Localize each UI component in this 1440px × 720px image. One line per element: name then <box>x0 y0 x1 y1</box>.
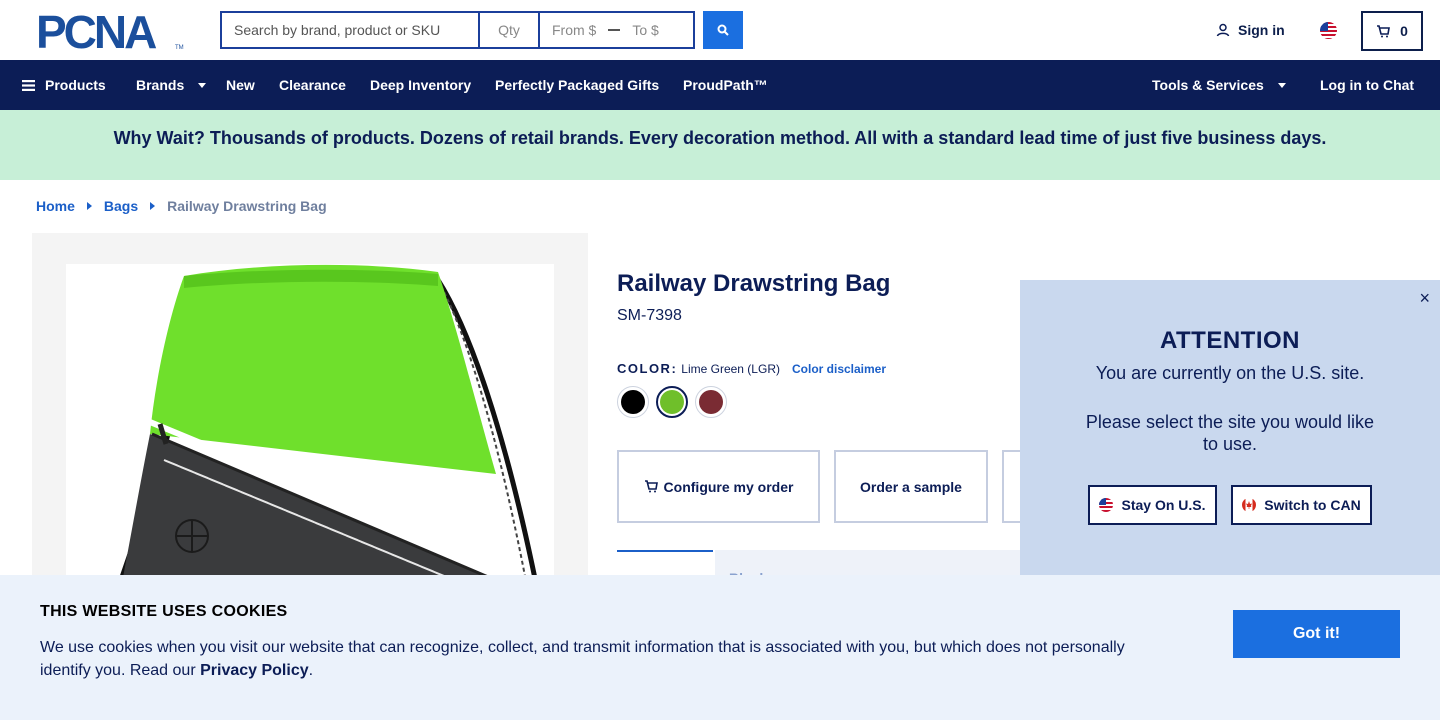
nav-products-label: Products <box>45 77 106 93</box>
product-sku: SM-7398 <box>617 307 682 324</box>
cookie-title: THIS WEBSITE USES COOKIES <box>40 603 288 620</box>
nav-tools-label: Tools & Services <box>1152 77 1264 93</box>
close-icon[interactable]: × <box>1419 288 1430 309</box>
cart-icon <box>1377 24 1391 37</box>
main-nav: Products Brands New Clearance Deep Inven… <box>0 60 1440 110</box>
color-label: COLOR: <box>617 361 678 376</box>
svg-text:PCNA: PCNA <box>36 11 156 51</box>
search-bar: Search by brand, product or SKU Qty From… <box>220 11 695 49</box>
nav-proudpath[interactable]: ProudPath™ <box>683 77 768 93</box>
sign-in-link[interactable]: Sign in <box>1216 22 1285 38</box>
switch-can-button[interactable]: Switch to CAN <box>1231 485 1372 525</box>
search-input[interactable]: Search by brand, product or SKU <box>220 11 478 49</box>
breadcrumb-current: Railway Drawstring Bag <box>167 198 327 214</box>
site-selection-popup: × ATTENTION You are currently on the U.S… <box>1020 280 1440 580</box>
breadcrumb-bags[interactable]: Bags <box>104 198 138 214</box>
swatch-dot <box>621 390 645 414</box>
chevron-down-icon <box>198 82 207 88</box>
stay-us-button[interactable]: Stay On U.S. <box>1088 485 1217 525</box>
cookie-period: . <box>308 662 314 679</box>
nav-deep-inventory[interactable]: Deep Inventory <box>370 77 471 93</box>
color-row: COLOR: Lime Green (LGR) Color disclaimer <box>617 361 886 376</box>
canada-flag-icon <box>1242 498 1257 512</box>
pcna-logo[interactable]: PCNA TM <box>36 6 186 58</box>
promo-banner: Why Wait? Thousands of products. Dozens … <box>0 110 1440 180</box>
cart-icon <box>644 480 658 493</box>
chat-login-link[interactable]: Log in to Chat <box>1320 77 1414 93</box>
price-range: From $ To $ <box>540 11 695 49</box>
cookie-text: We use cookies when you visit our websit… <box>40 636 1150 682</box>
nav-new[interactable]: New <box>226 77 255 93</box>
swatch-lime-green[interactable] <box>656 386 688 418</box>
cart-button[interactable]: 0 <box>1361 11 1423 51</box>
switch-can-label: Switch to CAN <box>1264 497 1361 513</box>
nav-clearance[interactable]: Clearance <box>279 77 346 93</box>
color-disclaimer-link[interactable]: Color disclaimer <box>792 362 886 376</box>
qty-input[interactable]: Qty <box>478 11 540 49</box>
swatch-maroon[interactable] <box>695 386 727 418</box>
svg-text:TM: TM <box>175 45 184 51</box>
attention-current-site: You are currently on the U.S. site. <box>1095 363 1365 383</box>
swatch-black[interactable] <box>617 386 649 418</box>
nav-brands-label: Brands <box>136 77 185 93</box>
chevron-down-icon <box>1277 82 1286 88</box>
hamburger-icon <box>22 79 35 91</box>
attention-prompt: Please select the site you would like to… <box>1085 412 1375 454</box>
cart-count: 0 <box>1400 23 1408 39</box>
nav-brands[interactable]: Brands <box>136 77 207 93</box>
privacy-policy-link[interactable]: Privacy Policy <box>200 662 309 679</box>
range-dash <box>608 29 621 31</box>
accept-cookies-button[interactable]: Got it! <box>1233 610 1400 658</box>
product-image-panel <box>32 233 588 633</box>
us-flag-icon[interactable] <box>1320 22 1337 39</box>
configure-order-label: Configure my order <box>663 478 794 495</box>
sign-in-label: Sign in <box>1238 22 1285 38</box>
search-icon <box>717 24 729 36</box>
breadcrumb-home[interactable]: Home <box>36 198 75 214</box>
breadcrumb-arrow-icon <box>150 202 156 210</box>
site-header: PCNA TM Search by brand, product or SKU … <box>0 0 1440 60</box>
breadcrumb-arrow-icon <box>86 202 92 210</box>
user-icon <box>1216 23 1230 37</box>
breadcrumb: Home Bags Railway Drawstring Bag <box>36 198 327 214</box>
search-button[interactable] <box>703 11 743 49</box>
promo-banner-text: Why Wait? Thousands of products. Dozens … <box>113 127 1327 148</box>
price-to-input[interactable]: To $ <box>632 22 658 38</box>
swatch-dot <box>660 390 684 414</box>
us-flag-icon <box>1099 498 1114 512</box>
order-sample-button[interactable]: Order a sample <box>834 450 988 523</box>
nav-packaged-gifts[interactable]: Perfectly Packaged Gifts <box>495 77 659 93</box>
order-sample-label: Order a sample <box>860 478 962 495</box>
stay-us-label: Stay On U.S. <box>1121 497 1206 513</box>
product-image[interactable] <box>66 264 554 624</box>
nav-products[interactable]: Products <box>22 77 106 93</box>
nav-tools-services[interactable]: Tools & Services <box>1152 77 1286 93</box>
swatch-dot <box>699 390 723 414</box>
color-value: Lime Green (LGR) <box>681 362 780 376</box>
product-title: Railway Drawstring Bag <box>617 270 891 297</box>
price-from-input[interactable]: From $ <box>552 22 596 38</box>
configure-order-button[interactable]: Configure my order <box>617 450 820 523</box>
attention-title: ATTENTION <box>1159 327 1301 354</box>
cookie-banner: THIS WEBSITE USES COOKIES We use cookies… <box>0 575 1440 720</box>
